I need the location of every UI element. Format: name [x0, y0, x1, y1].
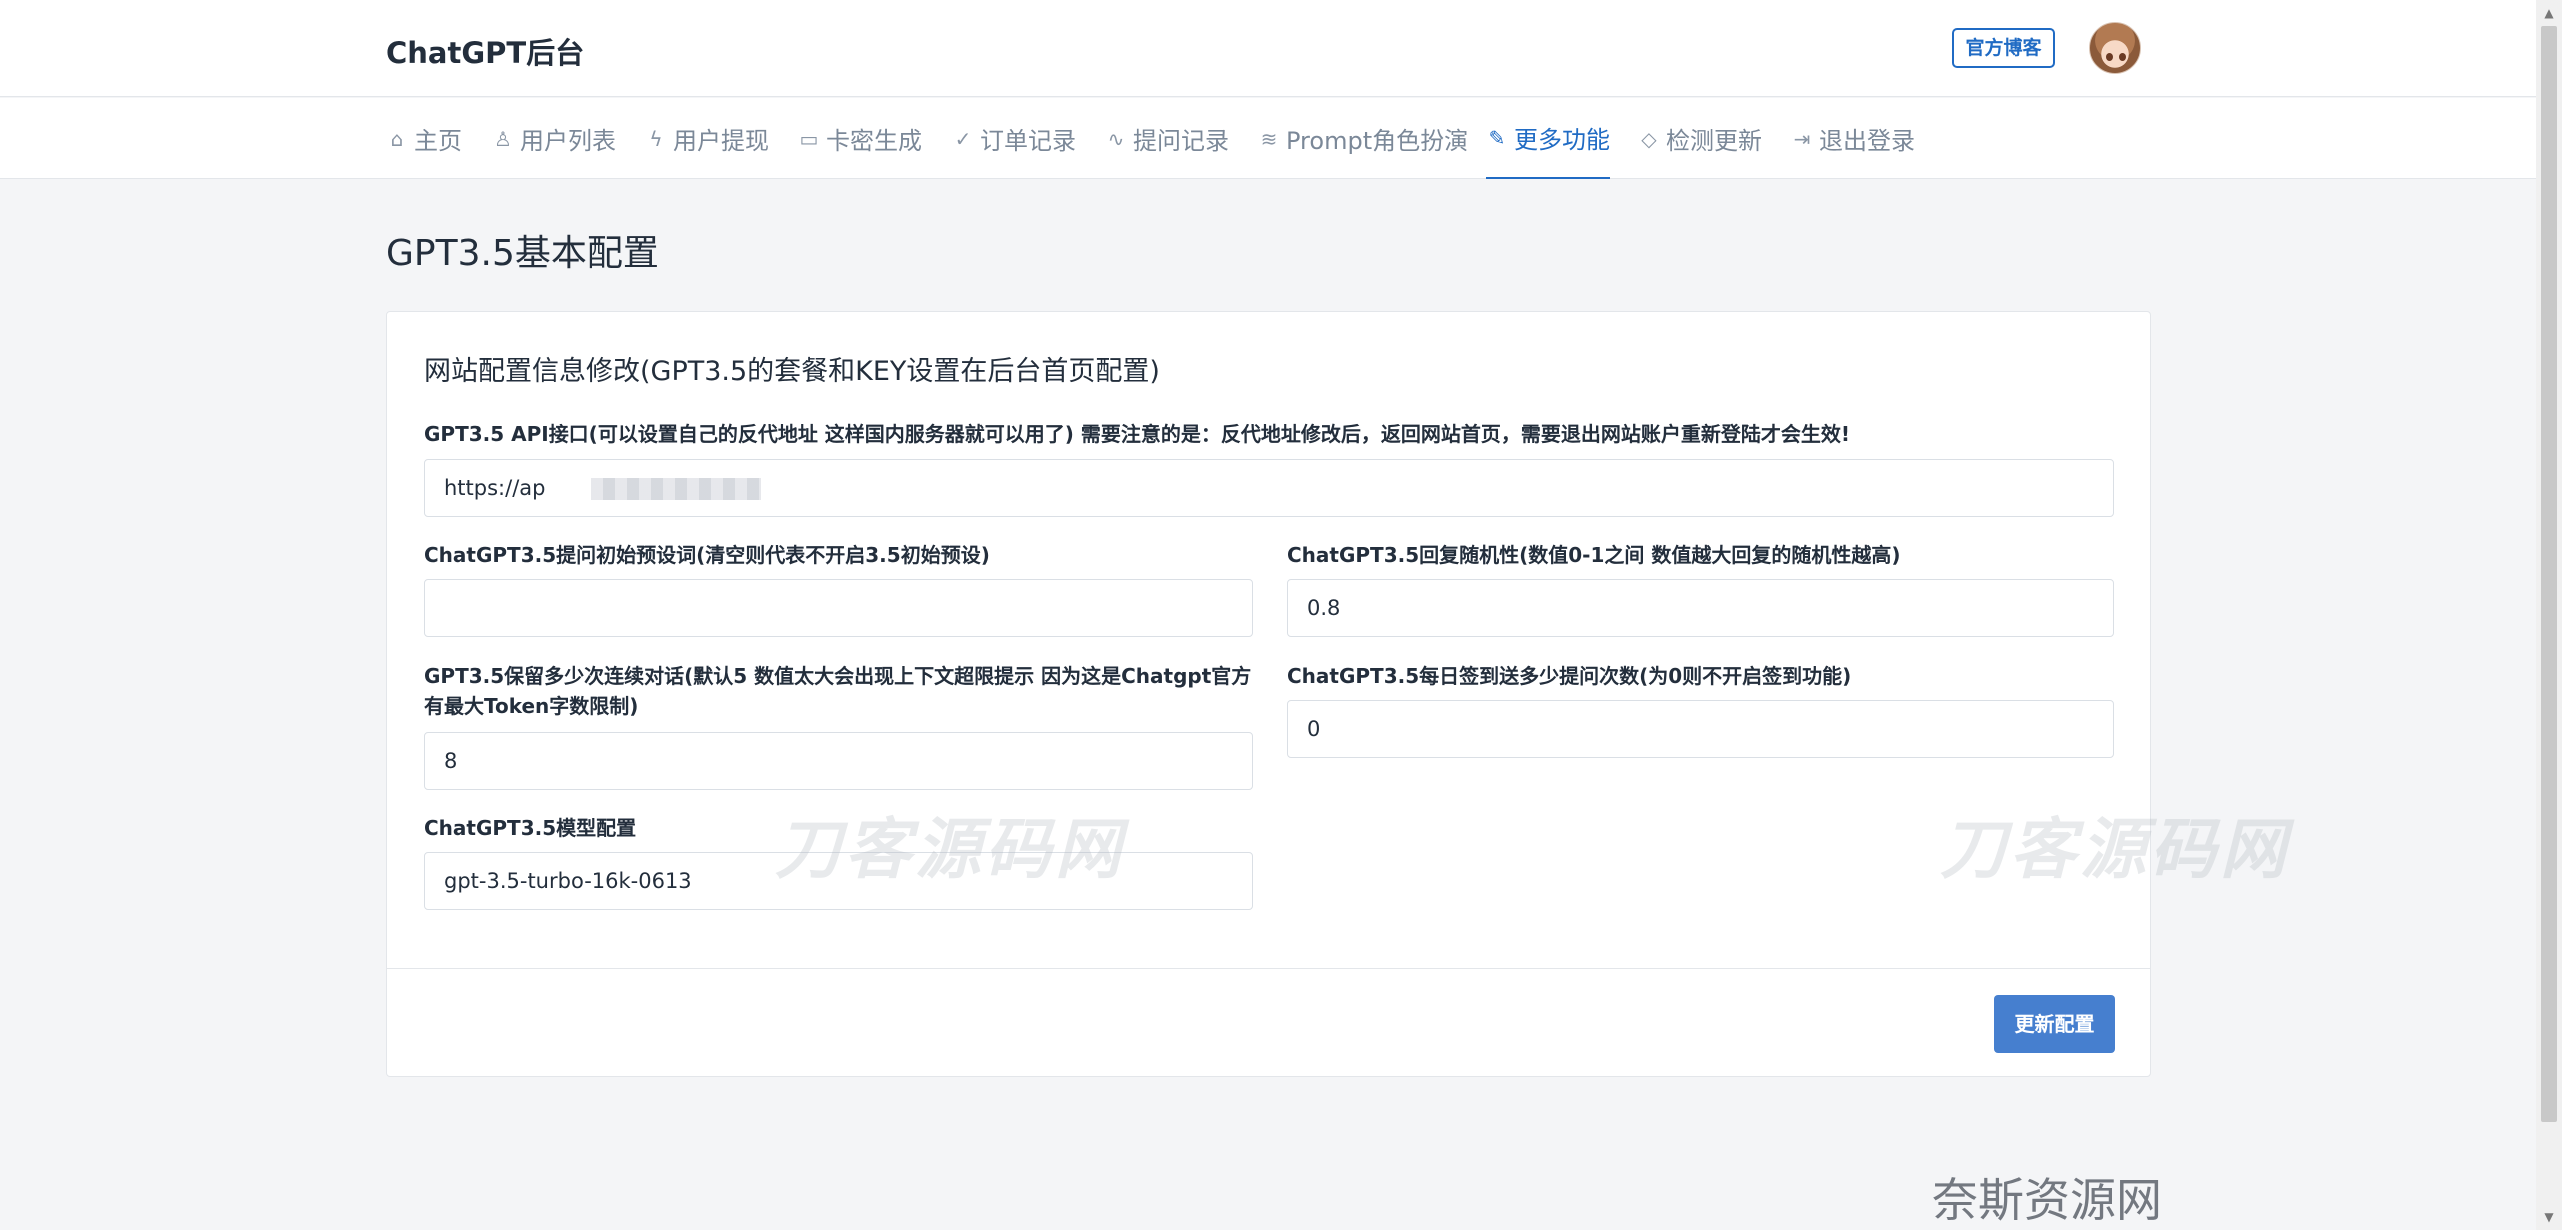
api-url-input[interactable]: https://ap [424, 459, 2114, 517]
nav-item-label: 用户提现 [673, 127, 769, 155]
nav-item-withdraw[interactable]: ϟ 用户提现 [645, 98, 769, 179]
redacted-mask [591, 478, 761, 500]
nav-item-check-update[interactable]: ◇ 检测更新 [1638, 98, 1762, 179]
model-label: ChatGPT3.5模型配置 [424, 816, 637, 840]
api-url-value: https://ap [444, 476, 546, 500]
top-header: ChatGPT后台 官方博客 [0, 0, 2536, 97]
nav-item-label: 退出登录 [1819, 127, 1915, 155]
nav-item-prompt-roles[interactable]: ≋ Prompt角色扮演 [1258, 98, 1469, 179]
footer-watermark: 奈斯资源网www.nicezyw.com [1932, 1173, 2162, 1227]
home-icon: ⌂ [390, 126, 404, 151]
nav-item-label: 用户列表 [520, 127, 616, 155]
nav-item-label: 提问记录 [1133, 127, 1229, 155]
feather-icon: ✎ [1488, 125, 1506, 150]
avatar-icon[interactable] [2089, 22, 2141, 74]
official-blog-button[interactable]: 官方博客 [1952, 28, 2055, 68]
nav-item-label: 更多功能 [1514, 126, 1610, 154]
scroll-down-arrow-icon[interactable]: ▼ [2536, 1204, 2562, 1230]
scroll-up-arrow-icon[interactable]: ▲ [2536, 0, 2562, 26]
nav-item-label: 主页 [414, 127, 462, 155]
page-title: GPT3.5基本配置 [386, 233, 659, 274]
nav-item-label: 卡密生成 [826, 127, 922, 155]
nav-item-label: Prompt角色扮演 [1286, 127, 1469, 155]
nav-item-label: 检测更新 [1666, 127, 1762, 155]
scroll-thumb[interactable] [2541, 26, 2557, 1122]
nav-item-card-generate[interactable]: ▭ 卡密生成 [798, 98, 922, 179]
card-divider [387, 968, 2150, 969]
card-title: 网站配置信息修改(GPT3.5的套餐和KEY设置在后台首页配置) [424, 356, 1160, 387]
nav-item-orders[interactable]: ✓ 订单记录 [952, 98, 1076, 179]
nav-item-home[interactable]: ⌂ 主页 [386, 98, 462, 179]
check-circle-icon: ✓ [954, 126, 972, 151]
watermark-right: 刀客源码网 [1940, 811, 2290, 888]
brand-title[interactable]: ChatGPT后台 [386, 30, 584, 72]
watermark-center: 刀客源码网 [775, 811, 1125, 888]
temperature-label: ChatGPT3.5回复随机性(数值0-1之间 数值越大回复的随机性越高) [1287, 543, 1901, 567]
nav-item-label: 订单记录 [980, 127, 1076, 155]
database-icon: ≋ [1260, 126, 1278, 151]
update-config-button[interactable]: 更新配置 [1994, 995, 2115, 1053]
config-card: 网站配置信息修改(GPT3.5的套餐和KEY设置在后台首页配置) GPT3.5 … [386, 311, 2151, 1077]
temperature-input[interactable]: 0.8 [1287, 579, 2114, 637]
box-icon: ◇ [1641, 126, 1657, 151]
nav-item-user-list[interactable]: ♙ 用户列表 [492, 98, 616, 179]
nav-item-question-log[interactable]: ∿ 提问记录 [1105, 98, 1229, 179]
calendar-icon: ▭ [799, 126, 819, 151]
api-url-label: GPT3.5 API接口(可以设置自己的反代地址 这样国内服务器就可以用了) 需… [424, 422, 1851, 446]
user-icon: ♙ [494, 126, 512, 151]
preset-prompt-label: ChatGPT3.5提问初始预设词(清空则代表不开启3.5初始预设) [424, 543, 990, 567]
main-nav: ⌂ 主页 ♙ 用户列表 ϟ 用户提现 ▭ 卡密生成 ✓ 订单记录 ∿ 提问记录 … [0, 98, 2536, 179]
nav-item-more-features[interactable]: ✎ 更多功能 [1486, 98, 1610, 179]
signin-reward-label: ChatGPT3.5每日签到送多少提问次数(为0则不开启签到功能) [1287, 664, 1852, 688]
context-label-line1: GPT3.5保留多少次连续对话(默认5 数值太大会出现上下文超限提示 因为这是C… [424, 664, 1252, 688]
context-count-input[interactable]: 8 [424, 732, 1253, 790]
signin-reward-input[interactable]: 0 [1287, 700, 2114, 758]
lightning-icon: ϟ [649, 126, 663, 151]
logout-icon: ⇥ [1793, 126, 1811, 151]
vertical-scrollbar[interactable]: ▲ ▼ [2536, 0, 2562, 1230]
context-label-line2: 有最大Token字数限制) [424, 694, 639, 718]
activity-icon: ∿ [1107, 126, 1125, 151]
preset-prompt-input[interactable] [424, 579, 1253, 637]
context-count-label: GPT3.5保留多少次连续对话(默认5 数值太大会出现上下文超限提示 因为这是C… [424, 661, 1251, 721]
nav-item-logout[interactable]: ⇥ 退出登录 [1791, 98, 1915, 179]
